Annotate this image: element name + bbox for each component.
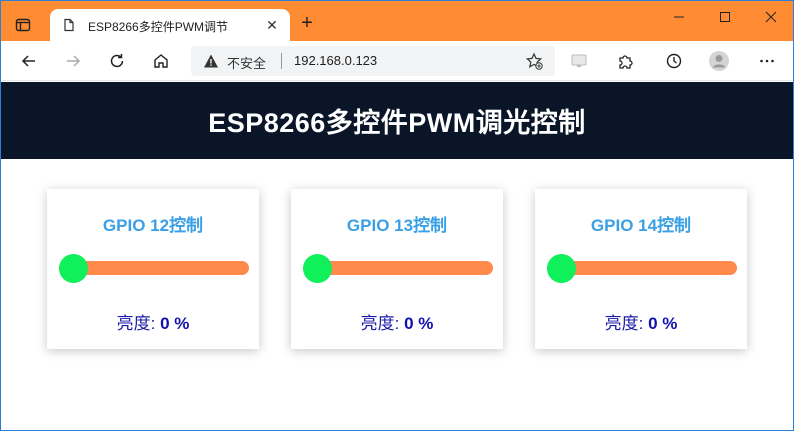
brightness-label: 亮度:	[116, 314, 156, 333]
tab-title: ESP8266多控件PWM调节	[88, 20, 229, 34]
browser-tab[interactable]: ESP8266多控件PWM调节 ✕	[50, 9, 290, 41]
browser-toolbar: 不安全 192.168.0.123	[1, 41, 793, 81]
pwm-slider-thumb[interactable]	[303, 254, 332, 283]
warning-icon	[203, 53, 219, 69]
brightness-label: 亮度:	[604, 314, 644, 333]
forward-arrow-icon[interactable]	[61, 49, 85, 73]
profile-icon[interactable]	[707, 49, 731, 73]
gpio-12-card: GPIO 12控制 亮度: 0 %	[47, 189, 259, 349]
tab-close-icon[interactable]: ✕	[264, 17, 280, 33]
tab-actions-icon[interactable]	[11, 13, 35, 37]
more-icon[interactable]	[755, 49, 779, 73]
address-separator	[281, 53, 282, 69]
brightness-readout: 亮度: 0 %	[47, 309, 259, 334]
translate-icon[interactable]	[567, 49, 591, 73]
address-bar[interactable]: 不安全 192.168.0.123	[191, 46, 555, 76]
history-icon[interactable]	[662, 49, 686, 73]
brightness-value: 0 %	[404, 314, 434, 333]
gpio-13-card: GPIO 13控制 亮度: 0 %	[291, 189, 503, 349]
brightness-label: 亮度:	[360, 314, 400, 333]
close-window-button[interactable]	[748, 5, 794, 29]
card-title: GPIO 12控制	[102, 216, 204, 235]
add-favorite-icon[interactable]	[525, 52, 543, 70]
card-title: GPIO 13控制	[346, 216, 448, 235]
page-header: ESP8266多控件PWM调光控制	[1, 82, 793, 159]
security-label[interactable]: 不安全	[227, 53, 266, 72]
tab-bar: ESP8266多控件PWM调节 ✕ +	[1, 1, 793, 41]
brightness-readout: 亮度: 0 %	[291, 309, 503, 334]
gpio-14-card: GPIO 14控制 亮度: 0 %	[535, 189, 747, 349]
maximize-button[interactable]	[702, 5, 748, 29]
page-icon	[62, 18, 76, 32]
brightness-readout: 亮度: 0 %	[535, 309, 747, 334]
card-title: GPIO 14控制	[590, 216, 692, 235]
home-icon[interactable]	[149, 49, 173, 73]
brightness-value: 0 %	[160, 314, 190, 333]
page-title: ESP8266多控件PWM调光控制	[208, 108, 586, 138]
pwm-slider-thumb[interactable]	[547, 254, 576, 283]
puzzle-icon[interactable]	[613, 49, 637, 73]
brightness-value: 0 %	[648, 314, 678, 333]
url-text[interactable]: 192.168.0.123	[294, 53, 377, 68]
minimize-button[interactable]	[656, 5, 702, 29]
browser-window: ESP8266多控件PWM调节 ✕ + 不安全 192.168.0.123 ES…	[0, 0, 794, 431]
back-arrow-icon[interactable]	[17, 49, 41, 73]
refresh-icon[interactable]	[105, 49, 129, 73]
pwm-slider-thumb[interactable]	[59, 254, 88, 283]
new-tab-button[interactable]: +	[297, 13, 317, 34]
